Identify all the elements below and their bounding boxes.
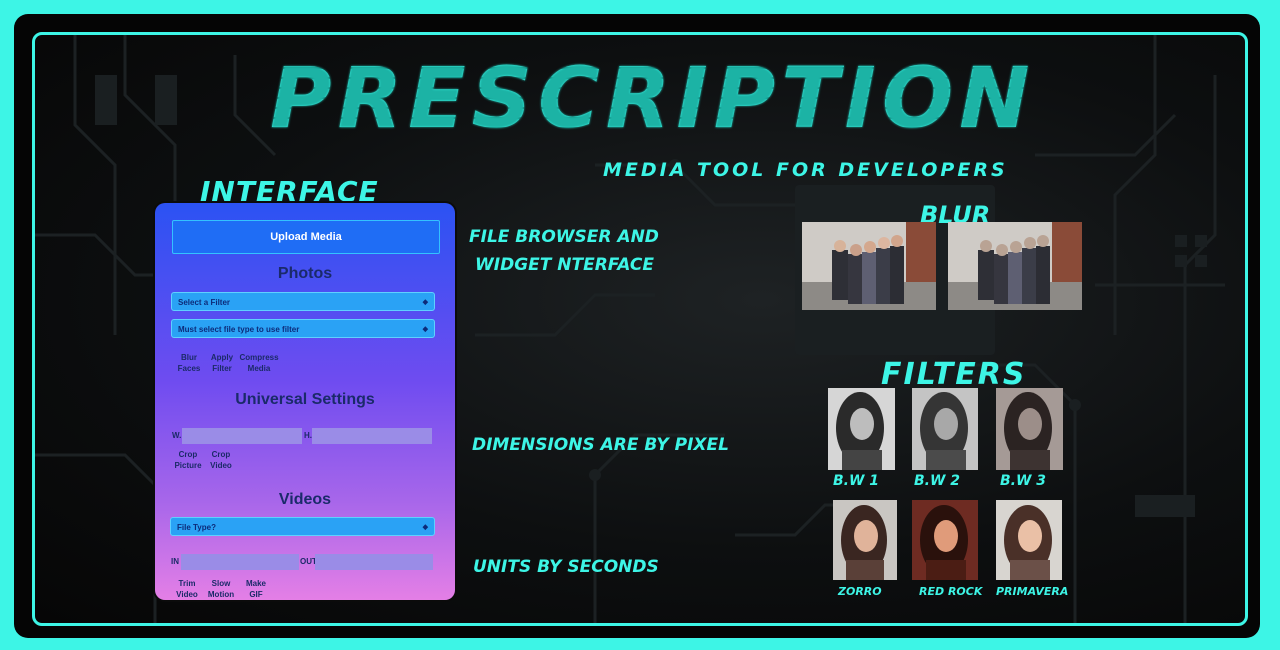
filter-thumb-bw1 — [828, 388, 895, 470]
file-type-select-value: Must select file type to use filter — [178, 325, 300, 334]
option-label: Make — [245, 579, 266, 588]
chevron-down-icon: ◆ — [422, 326, 428, 333]
filter-label-bw1: B.W 1 — [833, 473, 880, 489]
blur-example-photo-1 — [802, 222, 936, 310]
filter-label-primavera: Primavera — [996, 585, 1069, 598]
universal-settings-heading: Universal Settings — [235, 391, 375, 408]
option-label: Apply — [210, 353, 234, 362]
file-type-select[interactable]: Must select file type to use filter ◆ — [171, 319, 435, 338]
app-title: Prescription — [270, 49, 1036, 147]
video-file-type-value: File Type? — [177, 523, 216, 532]
videos-heading: Videos — [278, 491, 332, 508]
out-time-input[interactable] — [315, 554, 433, 570]
option-label: Compress — [239, 353, 279, 362]
chevron-down-icon: ◆ — [422, 299, 428, 306]
note-file-browser: File Browser and Widget nterface — [469, 223, 659, 279]
option-label: Filter — [212, 364, 232, 373]
video-file-type-select[interactable]: File Type? ◆ — [170, 517, 435, 536]
portrait-image — [833, 500, 897, 580]
chevron-down-icon: ◆ — [422, 524, 428, 531]
blur-example-photo-2 — [948, 222, 1082, 310]
filter-thumb-zorro — [833, 500, 897, 580]
height-input[interactable] — [312, 428, 432, 444]
filter-select[interactable]: Select a Filter ◆ — [171, 292, 435, 311]
in-label: IN — [171, 557, 179, 566]
slow-motion-option[interactable]: Slow Motion — [201, 578, 241, 600]
widget-panel: Upload Media Photos Select a Filter ◆ Mu… — [155, 203, 455, 600]
outer-frame: Prescription Media Tool for Developers I… — [14, 14, 1260, 638]
filter-thumb-primavera — [996, 500, 1062, 580]
canvas: Prescription Media Tool for Developers I… — [32, 32, 1248, 626]
compress-media-option[interactable]: Compress Media — [239, 352, 279, 374]
option-label: Video — [210, 461, 232, 470]
in-time-input[interactable] — [181, 554, 299, 570]
height-label: H. — [304, 431, 312, 440]
width-input[interactable] — [182, 428, 302, 444]
filter-label-bw3: B.W 3 — [1000, 473, 1047, 489]
note-file-browser-line2: Widget nterface — [475, 255, 654, 275]
option-label: GIF — [249, 590, 263, 599]
portrait-image — [912, 388, 978, 470]
photos-heading: Photos — [277, 265, 333, 282]
apply-filter-option[interactable]: Apply Filter — [202, 352, 242, 374]
group-photo-image — [802, 222, 936, 310]
crop-video-option[interactable]: Crop Video — [201, 449, 241, 471]
option-label: Motion — [207, 590, 235, 599]
portrait-image — [996, 388, 1063, 470]
note-dimensions: Dimensions are by pixel — [472, 435, 729, 455]
portrait-image — [996, 500, 1062, 580]
filter-label-zorro: Zorro — [838, 585, 882, 598]
filter-thumb-bw3 — [996, 388, 1063, 470]
portrait-image — [912, 500, 978, 580]
filter-select-value: Select a Filter — [178, 298, 231, 307]
make-gif-option[interactable]: Make GIF — [236, 578, 276, 600]
filter-label-bw2: B.W 2 — [914, 473, 961, 489]
upload-media-button[interactable]: Upload Media — [172, 220, 440, 254]
filter-thumb-bw2 — [912, 388, 978, 470]
option-label: Crop — [211, 450, 231, 459]
option-label: Slow — [211, 579, 231, 588]
note-file-browser-line1: File Browser and — [469, 227, 659, 247]
app-subtitle: Media Tool for Developers — [603, 159, 1008, 181]
section-heading-filters: Filters — [881, 357, 1027, 392]
note-units: Units by seconds — [473, 557, 659, 577]
option-label: Media — [247, 364, 271, 373]
filter-label-red-rock: Red Rock — [919, 585, 983, 598]
filter-thumb-red-rock — [912, 500, 978, 580]
width-label: W. — [172, 431, 182, 440]
group-photo-blurred-image — [948, 222, 1082, 310]
portrait-image — [828, 388, 895, 470]
